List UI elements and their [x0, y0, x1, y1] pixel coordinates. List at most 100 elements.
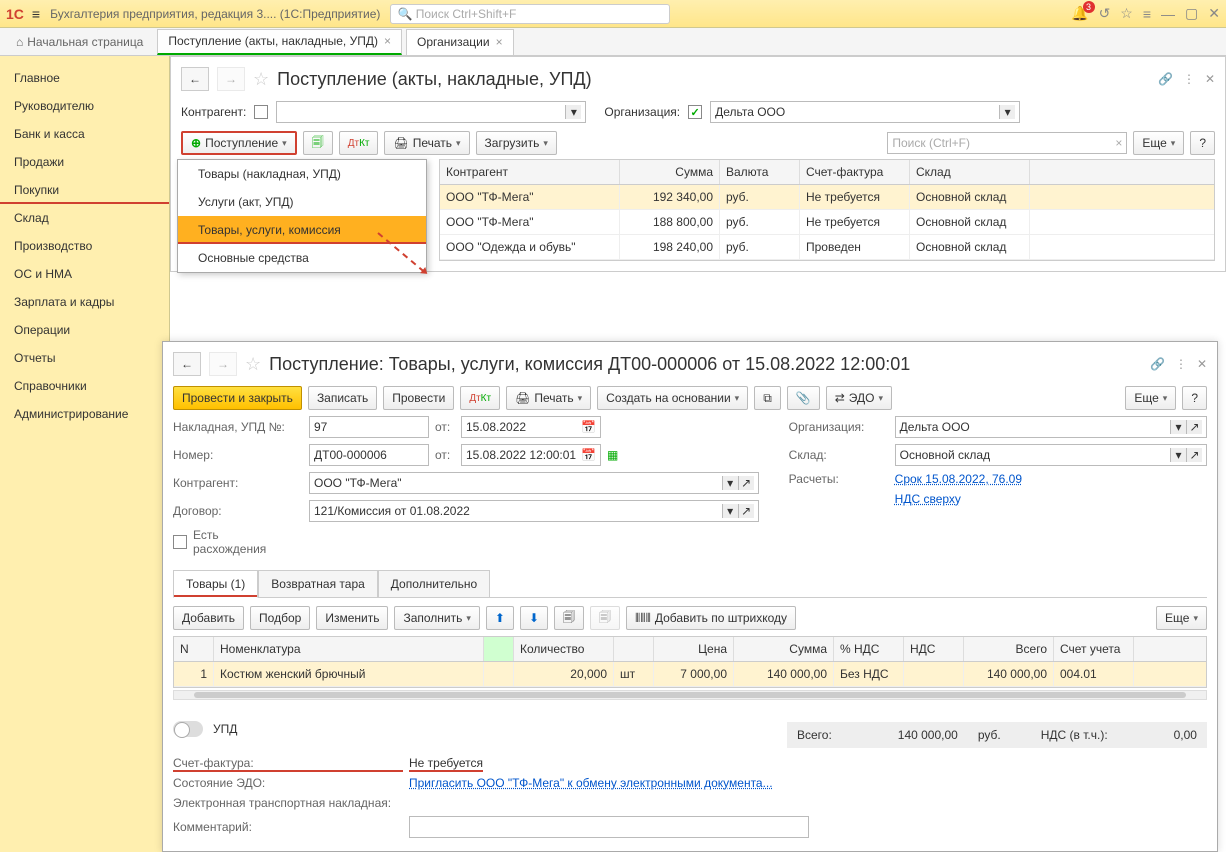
move-up-button[interactable]: ⬆	[486, 606, 514, 630]
dtkt-button[interactable]: ДтКт	[460, 386, 500, 410]
paste-rows-button[interactable]: 🗐	[590, 606, 620, 630]
link-icon[interactable]: 🔗	[1158, 72, 1173, 86]
settings-icon[interactable]: ≡	[1143, 6, 1151, 22]
col-price[interactable]: Цена	[654, 637, 734, 661]
relations-button[interactable]: ⧉	[754, 386, 781, 410]
dropdown-icon[interactable]: ▾	[1170, 420, 1186, 434]
sidebar-item-warehouse[interactable]: Склад	[0, 204, 169, 232]
dropdown-icon[interactable]: ▾	[565, 105, 581, 119]
upd-toggle[interactable]	[173, 721, 203, 737]
sidebar-item-catalogs[interactable]: Справочники	[0, 372, 169, 400]
invoice-no-input[interactable]: 97	[309, 416, 429, 438]
copy-rows-button[interactable]: 🗐	[554, 606, 584, 630]
calc-link[interactable]: Срок 15.08.2022, 76.09	[895, 472, 1022, 486]
col-icon[interactable]	[484, 637, 514, 661]
horizontal-scrollbar[interactable]	[173, 690, 1207, 700]
sidebar-item-manager[interactable]: Руководителю	[0, 92, 169, 120]
calendar-icon[interactable]: 📅	[581, 448, 596, 462]
attach-button[interactable]: 📎	[787, 386, 820, 410]
dtkt-button[interactable]: ДтКт	[339, 131, 379, 155]
invoice-date-input[interactable]: 15.08.2022 📅	[461, 416, 601, 438]
close-panel-icon[interactable]: ✕	[1197, 357, 1207, 371]
open-icon[interactable]: ↗	[1186, 420, 1202, 434]
col-counterparty[interactable]: Контрагент	[440, 160, 620, 184]
fill-button[interactable]: Заполнить ▾	[394, 606, 479, 630]
sidebar-item-reports[interactable]: Отчеты	[0, 344, 169, 372]
more-icon[interactable]: ⋮	[1175, 357, 1187, 371]
favorite-star-icon[interactable]: ☆	[245, 354, 261, 375]
sidebar-item-bank[interactable]: Банк и касса	[0, 120, 169, 148]
dropdown-icon[interactable]: ▾	[999, 105, 1015, 119]
sidebar-item-assets[interactable]: ОС и НМА	[0, 260, 169, 288]
col-account[interactable]: Счет учета	[1054, 637, 1134, 661]
open-icon[interactable]: ↗	[738, 504, 754, 518]
edo-invite-link[interactable]: Пригласить ООО "ТФ-Мега" к обмену электр…	[409, 776, 773, 790]
edo-button[interactable]: ⇄ ЭДО ▾	[826, 386, 892, 410]
col-vat[interactable]: НДС	[904, 637, 964, 661]
col-qty[interactable]: Количество	[514, 637, 614, 661]
vat-link[interactable]: НДС сверху	[895, 492, 961, 506]
tab-receipts[interactable]: Поступление (акты, накладные, УПД) ×	[157, 29, 402, 55]
number-input[interactable]: ДТ00-000006	[309, 444, 429, 466]
col-unit[interactable]	[614, 637, 654, 661]
add-item-button[interactable]: Добавить	[173, 606, 244, 630]
nav-forward-button[interactable]: →	[217, 67, 245, 91]
add-receipt-button[interactable]: ⊕ Поступление ▾	[181, 131, 297, 155]
edit-button[interactable]: Изменить	[316, 606, 388, 630]
tab-goods[interactable]: Товары (1)	[173, 570, 258, 598]
nav-back-button[interactable]: ←	[181, 67, 209, 91]
org-input[interactable]: Дельта ООО ▾ ↗	[895, 416, 1207, 438]
tab-additional[interactable]: Дополнительно	[378, 570, 490, 597]
open-icon[interactable]: ↗	[1186, 448, 1202, 462]
menu-item-fixed-assets[interactable]: Основные средства	[178, 244, 426, 272]
close-panel-icon[interactable]: ✕	[1205, 72, 1215, 86]
tab-close-icon[interactable]: ×	[496, 35, 503, 49]
save-button[interactable]: Записать	[308, 386, 377, 410]
history-icon[interactable]: ↺	[1099, 5, 1111, 22]
home-tab[interactable]: ⌂ Начальная страница	[6, 35, 153, 49]
col-currency[interactable]: Валюта	[720, 160, 800, 184]
sidebar-item-operations[interactable]: Операции	[0, 316, 169, 344]
create-based-button[interactable]: Создать на основании ▾	[597, 386, 748, 410]
link-icon[interactable]: 🔗	[1150, 357, 1165, 371]
notification-icon[interactable]: 🔔	[1071, 5, 1088, 22]
sidebar-item-purchases[interactable]: Покупки	[0, 176, 169, 204]
more-button[interactable]: Еще ▾	[1125, 386, 1176, 410]
tab-close-icon[interactable]: ×	[384, 34, 391, 48]
comment-input[interactable]	[409, 816, 809, 838]
discrepancy-checkbox[interactable]	[173, 535, 187, 549]
col-total[interactable]: Всего	[964, 637, 1054, 661]
post-button[interactable]: Провести	[383, 386, 454, 410]
more-button[interactable]: Еще ▾	[1133, 131, 1184, 155]
nav-forward-button[interactable]: →	[209, 352, 237, 376]
close-icon[interactable]: ✕	[1208, 5, 1220, 22]
load-button[interactable]: Загрузить ▾	[476, 131, 557, 155]
counterparty-filter-input[interactable]: ▾	[276, 101, 586, 123]
menu-icon[interactable]: ≡	[32, 6, 40, 22]
col-vat-rate[interactable]: % НДС	[834, 637, 904, 661]
minimize-icon[interactable]: —	[1161, 6, 1175, 22]
nav-back-button[interactable]: ←	[173, 352, 201, 376]
global-search[interactable]: 🔍 Поиск Ctrl+Shift+F	[390, 4, 670, 24]
dropdown-icon[interactable]: ▾	[722, 504, 738, 518]
grid-row[interactable]: ООО "Одежда и обувь" 198 240,00 руб. Про…	[440, 235, 1214, 260]
sidebar-item-admin[interactable]: Администрирование	[0, 400, 169, 428]
sidebar-item-main[interactable]: Главное	[0, 64, 169, 92]
copy-button[interactable]: 🗐	[303, 131, 333, 155]
list-search-input[interactable]: Поиск (Ctrl+F) ×	[887, 132, 1127, 154]
counterparty-filter-checkbox[interactable]	[254, 105, 268, 119]
col-amount[interactable]: Сумма	[620, 160, 720, 184]
more-icon[interactable]: ⋮	[1183, 72, 1195, 86]
sidebar-item-production[interactable]: Производство	[0, 232, 169, 260]
help-button[interactable]: ?	[1182, 386, 1207, 410]
item-row[interactable]: 1 Костюм женский брючный 20,000 шт 7 000…	[174, 662, 1206, 687]
sidebar-item-sales[interactable]: Продажи	[0, 148, 169, 176]
calendar-icon[interactable]: 📅	[581, 420, 596, 434]
print-button[interactable]: 🖨 Печать ▾	[506, 386, 591, 410]
print-button[interactable]: 🖨 Печать ▾	[384, 131, 469, 155]
menu-item-services[interactable]: Услуги (акт, УПД)	[178, 188, 426, 216]
favorite-star-icon[interactable]: ☆	[253, 69, 269, 90]
post-and-close-button[interactable]: Провести и закрыть	[173, 386, 302, 410]
org-filter-input[interactable]: Дельта ООО ▾	[710, 101, 1020, 123]
clear-icon[interactable]: ×	[1115, 136, 1122, 150]
